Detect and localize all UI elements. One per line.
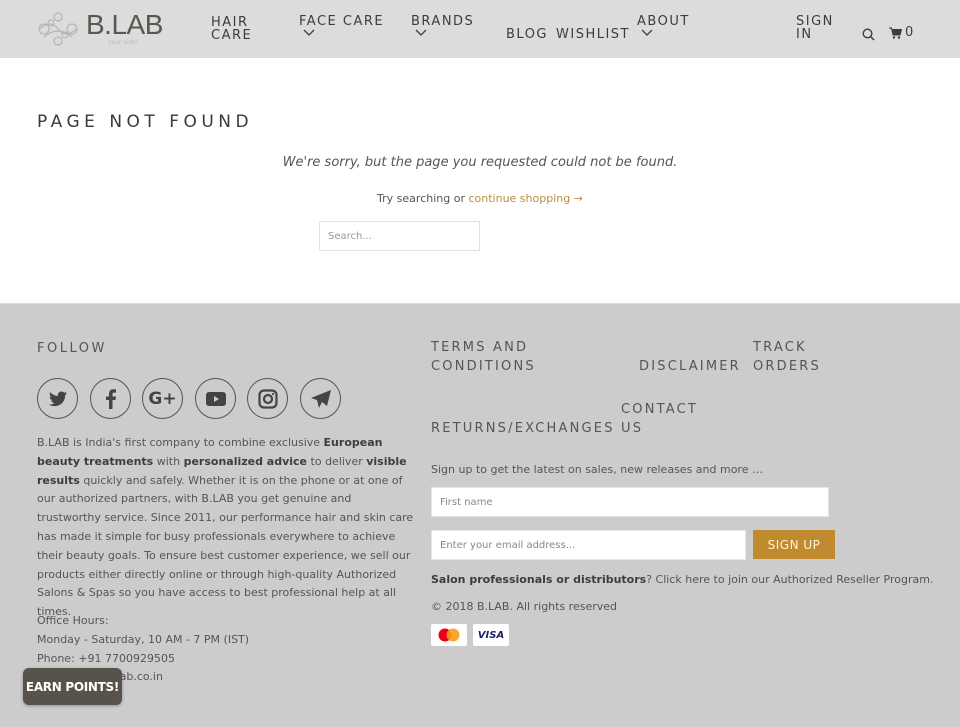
site-header: B.LAB your side! HAIR CARE FACE CARE BRA… <box>0 0 960 58</box>
nav-label: FACE CARE <box>299 14 385 29</box>
about-text-part: B.LAB is India's first company to combin… <box>37 436 324 449</box>
office-hours: Monday - Saturday, 10 AM - 7 PM (IST) <box>37 632 250 646</box>
nav-hair-care[interactable]: HAIR CARE <box>211 16 252 42</box>
chevron-down-icon <box>415 29 427 36</box>
nav-label: CARE <box>211 28 253 43</box>
nav-label: IN <box>796 27 813 42</box>
error-message: We're sorry, but the page you requested … <box>282 155 678 170</box>
about-text-bold: personalized advice <box>183 454 308 468</box>
chevron-down-icon <box>641 29 653 36</box>
nav-label: BRANDS <box>411 14 475 29</box>
earn-points-button[interactable]: EARN POINTS! <box>23 668 122 705</box>
terms-link[interactable]: TERMS AND CONDITIONS <box>431 338 536 376</box>
mastercard-badge <box>431 624 467 646</box>
link-line: CONDITIONS <box>431 359 536 374</box>
office-hours-label: Office Hours: <box>37 614 109 627</box>
cart-count: 0 <box>905 25 914 40</box>
try-searching-text: Try searching or continue shopping → <box>0 192 960 205</box>
nav-wishlist[interactable]: WISHLIST <box>556 28 630 41</box>
search-button[interactable] <box>862 26 875 45</box>
telegram-link[interactable] <box>300 378 341 419</box>
track-orders-link[interactable]: TRACK ORDERS <box>753 338 821 376</box>
cart-button[interactable]: 0 <box>889 25 913 40</box>
chevron-down-icon <box>303 29 315 36</box>
reseller-link[interactable]: ? Click here to join our Authorized Rese… <box>646 573 933 586</box>
reseller-bold: Salon professionals or distributors <box>431 573 647 586</box>
continue-shopping-link[interactable]: continue shopping → <box>468 192 582 205</box>
logo[interactable]: B.LAB your side! <box>36 9 166 49</box>
cart-icon <box>889 27 902 39</box>
visa-badge: VISA <box>473 624 509 646</box>
about-text-part: with <box>153 454 184 468</box>
logo-text: B.LAB <box>86 9 163 40</box>
facebook-link[interactable] <box>90 378 131 419</box>
link-line: TRACK <box>753 340 807 355</box>
nav-brands[interactable]: BRANDS <box>411 15 474 37</box>
sign-up-button[interactable]: SIGN UP <box>753 530 835 559</box>
twitter-icon <box>48 391 67 406</box>
youtube-link[interactable] <box>195 378 236 419</box>
link-line: CONTACT <box>621 402 699 417</box>
returns-link[interactable]: RETURNS/EXCHANGES <box>431 419 615 438</box>
nav-about[interactable]: ABOUT <box>637 15 690 37</box>
about-text-part: quickly and safely. Whether it is on the… <box>37 473 414 619</box>
paper-plane-icon <box>310 389 331 408</box>
page-title: PAGE NOT FOUND <box>37 112 254 132</box>
link-line: US <box>621 421 644 436</box>
newsletter-text: Sign up to get the latest on sales, new … <box>431 463 763 476</box>
email-input[interactable] <box>431 530 746 560</box>
try-label: Try searching or <box>377 192 469 205</box>
google-plus-icon: G+ <box>148 388 177 409</box>
about-text-part: to deliver <box>307 454 367 468</box>
site-footer: FOLLOW G+ B.LAB is India's first company… <box>0 303 960 727</box>
search-icon <box>862 28 875 41</box>
about-text: B.LAB is India's first company to combin… <box>37 434 417 622</box>
link-line: TERMS AND <box>431 340 529 355</box>
google-plus-link[interactable]: G+ <box>142 378 183 419</box>
mastercard-icon <box>438 628 460 642</box>
first-name-input[interactable] <box>431 487 829 517</box>
logo-tagline: your side! <box>108 39 139 46</box>
instagram-icon <box>257 388 278 409</box>
follow-heading: FOLLOW <box>37 341 107 356</box>
reseller-text[interactable]: Salon professionals or distributors? Cli… <box>431 573 933 586</box>
nav-blog[interactable]: BLOG <box>506 28 548 41</box>
facebook-icon <box>105 388 116 409</box>
contact-link[interactable]: CONTACT US <box>621 400 698 438</box>
nav-face-care[interactable]: FACE CARE <box>299 15 384 37</box>
logo-mark-icon <box>38 12 78 46</box>
nav-sign-in[interactable]: SIGN IN <box>796 15 834 41</box>
nav-label: ABOUT <box>637 14 690 29</box>
disclaimer-link[interactable]: DISCLAIMER <box>639 357 741 376</box>
twitter-link[interactable] <box>37 378 78 419</box>
search-input[interactable] <box>319 221 480 251</box>
youtube-icon <box>205 391 226 406</box>
instagram-link[interactable] <box>247 378 288 419</box>
copyright: © 2018 B.LAB. All rights reserved <box>431 600 618 613</box>
link-line: ORDERS <box>753 359 821 374</box>
visa-icon: VISA <box>477 629 505 641</box>
office-phone: Phone: +91 7700929505 <box>37 651 175 665</box>
